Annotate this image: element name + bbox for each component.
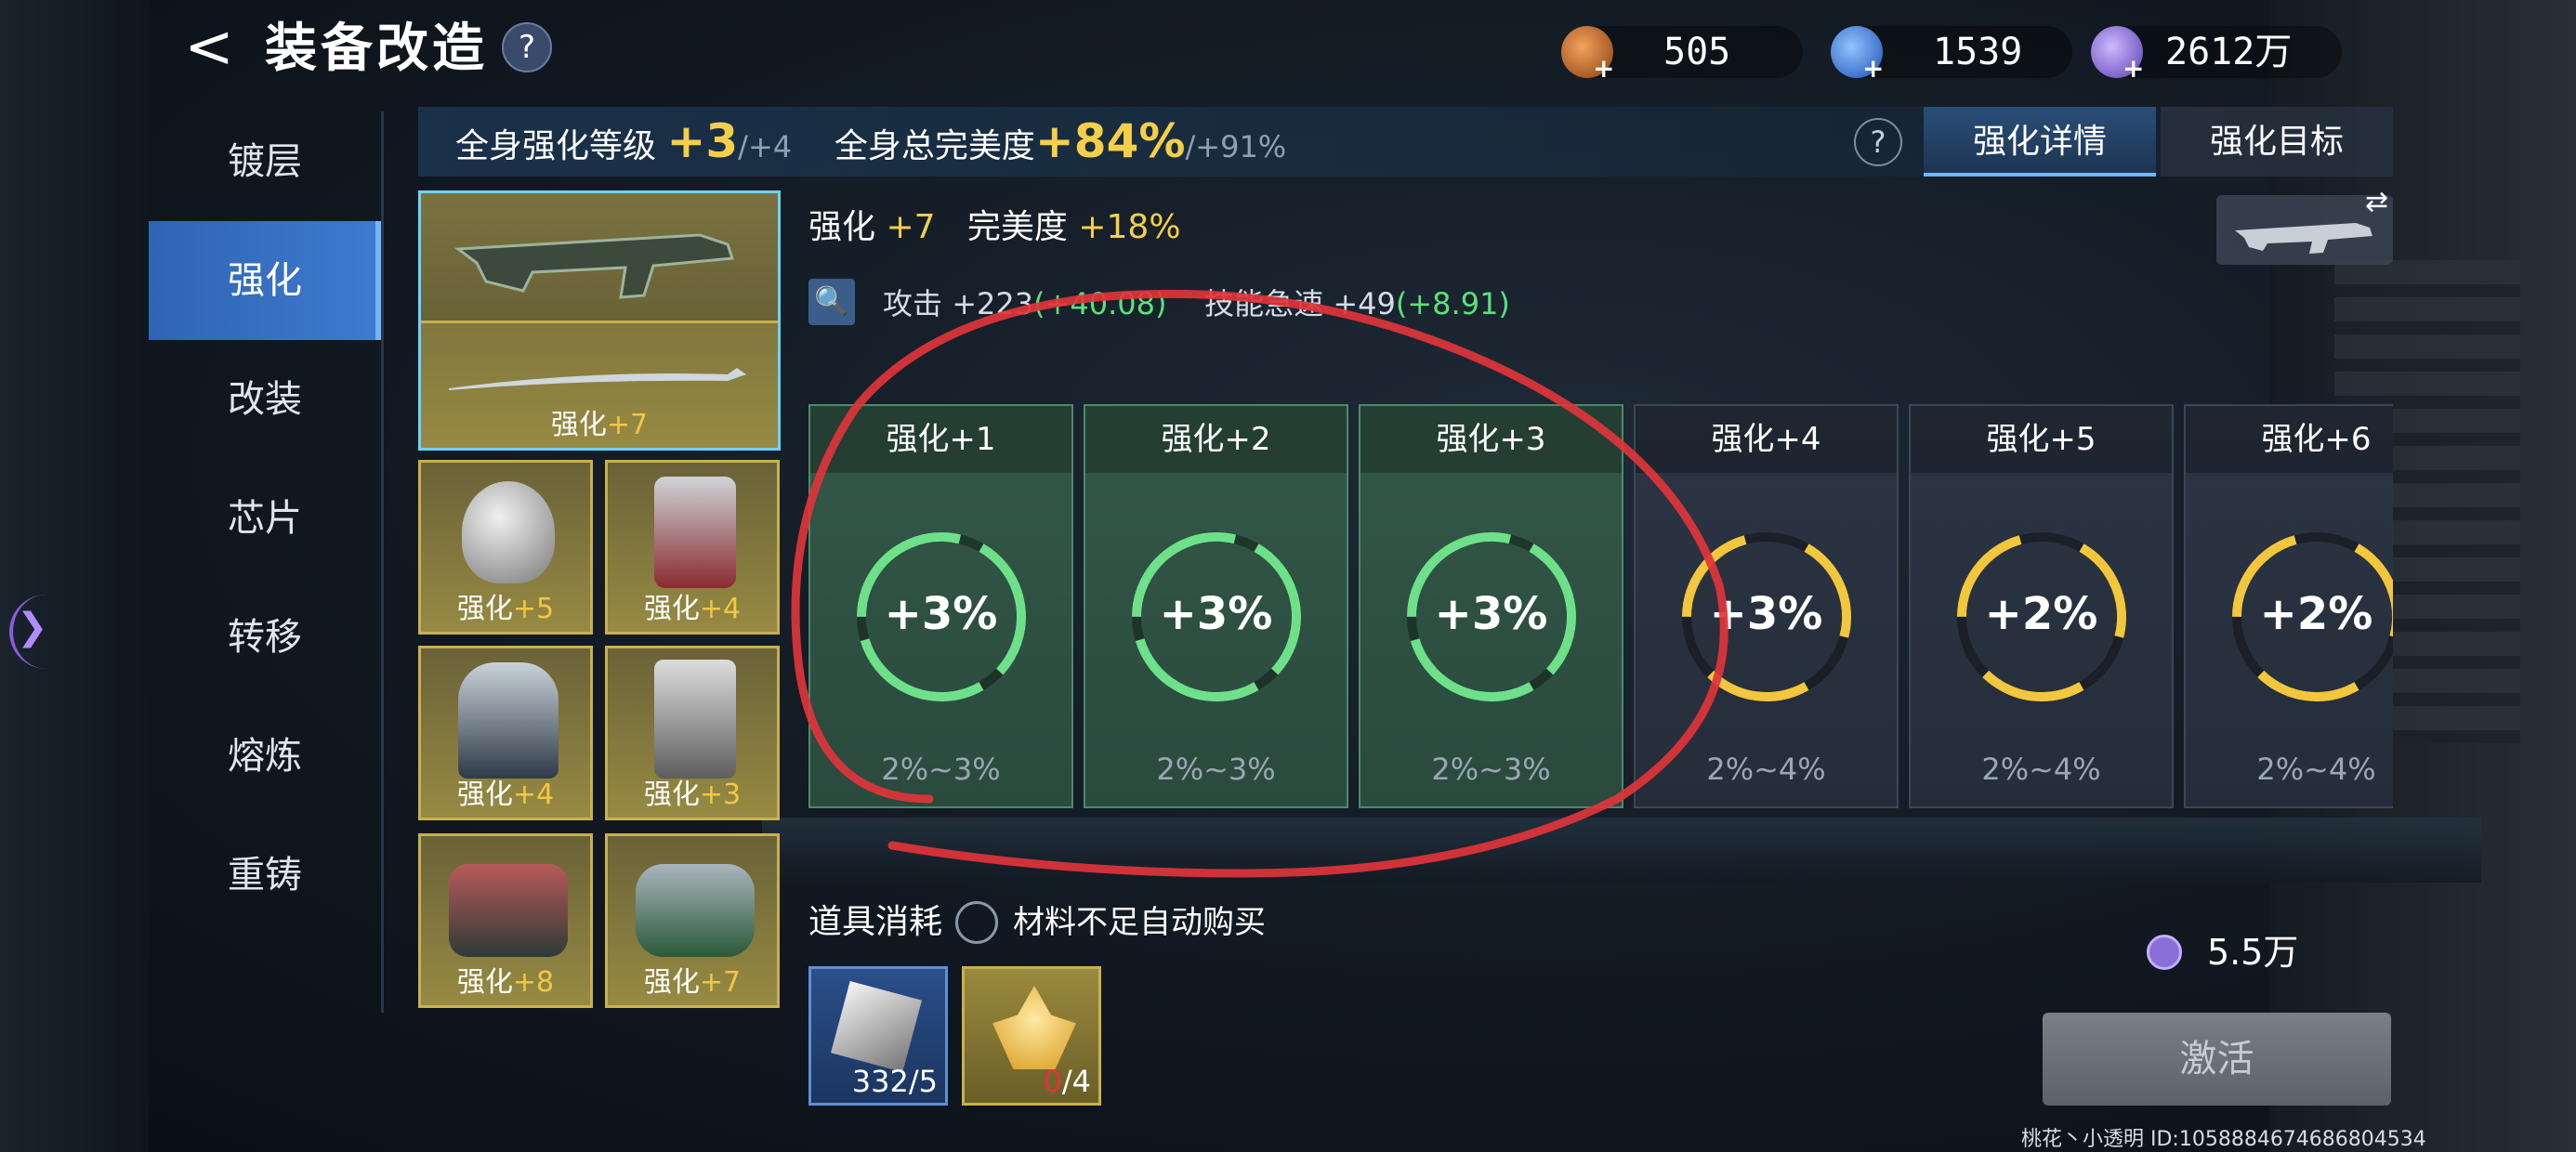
chevron-right-icon: ❯ [17,606,48,648]
level-card[interactable]: 强化+2 +3% 2%~3% [1084,404,1348,808]
enhance-stats: 强化 +7 完美度 +18% [808,208,1181,246]
nav-item-chip[interactable]: 芯片 [149,459,381,578]
currency-value: 1539 [1933,31,2023,73]
helmet-icon [462,481,555,583]
auto-buy-toggle[interactable] [955,901,998,944]
level-title: 强化+4 [1636,406,1897,473]
consume-item-metal[interactable]: 332/5 [808,966,948,1106]
plus-icon: + [2123,53,2145,84]
level-title: 强化+1 [810,406,1071,473]
equipment-level: 强化+7 [643,966,742,999]
equipment-slot-boots[interactable]: 强化+8 [418,833,593,1008]
rifle-icon [421,193,778,321]
level-range: 2%~3% [881,752,1001,787]
level-card[interactable]: 强化+6 +2% 2%~4% [2184,404,2393,808]
currency-coin[interactable]: + 2612万 [2091,26,2342,84]
equipment-slot-pants[interactable]: 强化+3 [605,646,780,820]
boots-icon [449,864,568,957]
level-title: 强化+6 [2186,406,2393,473]
level-cards: 强化+1 +3% 2%~3% 强化+2 +3% 2%~3% 强化+3 +3% 2%~3% 强化+4… [808,390,2393,827]
level-percent: +2% [1984,588,2098,640]
level-title: 强化+2 [1085,406,1347,473]
nav-divider [381,111,384,1013]
item-count: 332/5 [851,1064,938,1099]
perfect-label: 全身总完美度 [834,127,1035,165]
level-range: 2%~4% [1706,752,1826,787]
consumption-label: 道具消耗 [808,903,943,941]
currency-value: 2612万 [2165,31,2293,73]
level-label: 全身强化等级 [455,127,657,165]
pants-icon [654,660,736,779]
level-range: 2%~4% [1981,752,2101,787]
equipment-slot-gloves[interactable]: 强化+7 [605,833,780,1008]
level-card[interactable]: 强化+4 +3% 2%~4% [1634,404,1899,808]
equipment-slot-armor[interactable]: 强化+4 [418,646,593,820]
equipment-level: 强化+8 [456,966,555,999]
currency-value: 505 [1663,31,1731,73]
equipment-slot-helmet[interactable]: 强化+5 [418,460,593,635]
equipment-level: 强化+3 [643,779,742,811]
player-id: 桃花丶小透明 ID:1058884674686804534 [2021,1128,2426,1151]
level-range: 2%~4% [2256,752,2376,787]
nav-item-transfer[interactable]: 转移 [149,578,381,697]
back-button[interactable]: < [177,17,242,82]
perfect-max: /+91% [1185,129,1287,164]
level-percent: +3% [1709,588,1823,640]
perfect-value: +84% [1034,114,1186,168]
help-button[interactable]: ? [502,22,552,72]
activation-cost: 5.5万 [2207,932,2299,973]
level-percent: +2% [2259,588,2373,640]
details-help-button[interactable]: ? [1854,118,1902,166]
coin-icon [2147,935,2182,970]
armor-icon [458,662,559,779]
plus-icon: + [1593,53,1615,84]
level-percent: +3% [884,588,998,640]
background-floor [762,818,2481,883]
level-range: 2%~3% [1156,752,1276,787]
nav-item-smelt[interactable]: 熔炼 [149,697,381,816]
summary-text: 全身强化等级 +3/+4 全身总完美度+84%/+91% [455,113,1286,175]
plus-icon: + [1862,53,1885,84]
currency-ore[interactable]: + 505 [1561,26,1803,84]
metal-cube-icon [831,981,922,1072]
equipment-slot-weapon[interactable]: 强化+7 [418,190,781,451]
level-percent: +3% [1159,588,1273,640]
background-left-wall [0,0,149,1152]
equipment-level: 强化+4 [643,593,742,625]
equipment-level: 强化+7 [550,409,649,441]
swap-icon[interactable]: ⇄ [2365,186,2388,218]
level-range: 2%~3% [1431,752,1551,787]
tab-details[interactable]: 强化详情 [1924,107,2156,177]
level-card[interactable]: 强化+5 +2% 2%~4% [1909,404,2174,808]
level-card[interactable]: 强化+1 +3% 2%~3% [808,404,1073,808]
search-button[interactable]: 🔍 [808,279,855,325]
level-percent: +3% [1434,588,1548,640]
gold-crystal-icon [992,986,1076,1069]
nav-item-enhance[interactable]: 强化 [149,221,381,340]
equipment-level: 强化+5 [456,593,555,625]
level-value: +3 [666,114,739,168]
back-arrow-icon: < [184,13,234,82]
level-title: 强化+5 [1911,406,2172,473]
level-card[interactable]: 强化+3 +3% 2%~3% [1359,404,1623,808]
nav-item-plating[interactable]: 镀层 [149,102,381,221]
activate-button[interactable]: 激活 [2043,1013,2391,1106]
level-max: /+4 [738,129,793,164]
search-icon: 🔍 [814,285,849,318]
auto-buy-label: 材料不足自动购买 [1013,904,1266,941]
currency-crystal[interactable]: + 1539 [1831,26,2072,84]
gloves-icon [636,864,755,957]
backpack-icon [654,477,736,588]
consume-item-crystal[interactable]: 0/4 [962,966,1101,1106]
level-title: 强化+3 [1360,406,1622,473]
tab-target[interactable]: 强化目标 [2161,107,2393,177]
nav-item-recast[interactable]: 重铸 [149,816,381,935]
nav-item-modify[interactable]: 改装 [149,340,381,459]
attribute-stats: 攻击 +223(+40.08) 技能急速 +49(+8.91) [883,286,1510,321]
item-count: 0/4 [1043,1064,1092,1099]
equipment-slot-backpack[interactable]: 强化+4 [605,460,780,635]
page-title: 装备改造 [265,19,488,79]
equipment-level: 强化+4 [456,779,555,811]
